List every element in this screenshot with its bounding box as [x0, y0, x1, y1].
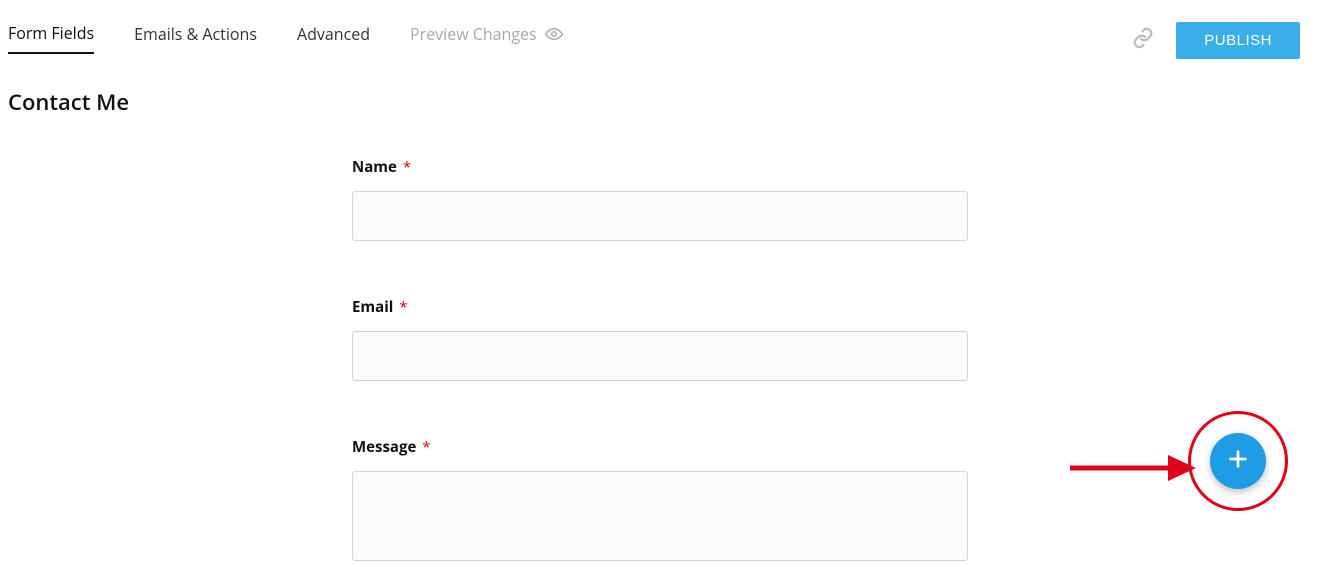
eye-icon	[545, 23, 563, 45]
tab-label: Advanced	[297, 23, 370, 45]
link-icon[interactable]	[1132, 27, 1154, 54]
top-right-actions: PUBLISH	[1132, 22, 1300, 59]
annotation-arrow	[1068, 451, 1198, 485]
name-input[interactable]	[352, 191, 968, 241]
label-text: Name	[352, 157, 397, 177]
add-field-button[interactable]	[1210, 433, 1266, 489]
field-row-name: Name *	[352, 157, 968, 241]
fab-wrapper	[1188, 411, 1296, 519]
publish-label: PUBLISH	[1204, 32, 1272, 49]
message-textarea[interactable]	[352, 471, 968, 561]
tab-label: Emails & Actions	[134, 23, 257, 45]
tab-advanced[interactable]: Advanced	[297, 23, 370, 53]
form-area: Name * Email * Message *	[352, 157, 968, 566]
publish-button[interactable]: PUBLISH	[1176, 22, 1300, 59]
plus-icon	[1227, 448, 1249, 475]
label-text: Message	[352, 437, 416, 457]
label-text: Email	[352, 297, 393, 317]
field-label-name: Name *	[352, 157, 968, 177]
required-mark: *	[422, 437, 430, 457]
required-mark: *	[399, 297, 407, 317]
email-input[interactable]	[352, 331, 968, 381]
tab-form-fields[interactable]: Form Fields	[8, 22, 94, 54]
field-row-message: Message *	[352, 437, 968, 566]
tab-preview-changes[interactable]: Preview Changes	[410, 23, 563, 53]
tabs: Form Fields Emails & Actions Advanced Pr…	[8, 22, 563, 54]
required-mark: *	[403, 157, 411, 177]
top-bar: Form Fields Emails & Actions Advanced Pr…	[0, 0, 1320, 59]
tab-label: Form Fields	[8, 22, 94, 44]
field-label-message: Message *	[352, 437, 968, 457]
tab-emails-actions[interactable]: Emails & Actions	[134, 23, 257, 53]
page-title: Contact Me	[8, 87, 1320, 117]
field-row-email: Email *	[352, 297, 968, 381]
field-label-email: Email *	[352, 297, 968, 317]
tab-label: Preview Changes	[410, 23, 537, 45]
